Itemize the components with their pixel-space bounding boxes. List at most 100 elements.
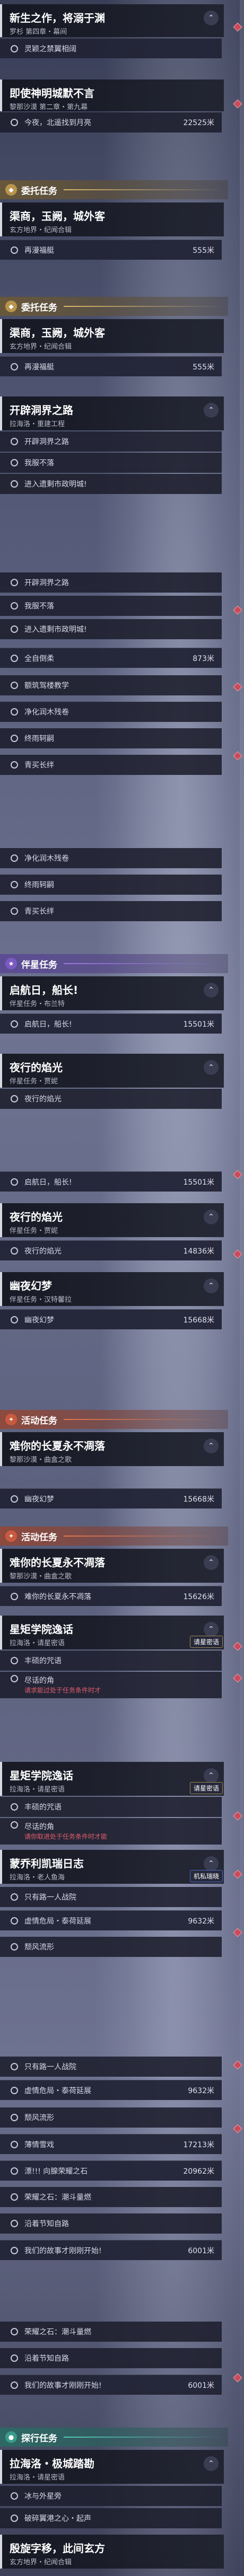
objective-row[interactable]: 荣耀之石：潮斗量燃 [0, 2187, 222, 2207]
objective-row[interactable]: 我服不落 [0, 596, 222, 616]
objective-row[interactable]: 启航日，船长! 15501米 [0, 1013, 222, 1034]
quest-marker-icon[interactable] [233, 1928, 242, 1937]
objective-row[interactable]: 净化润木残卷 [0, 702, 222, 722]
objective-row[interactable]: 夜行的焰光 14836米 [0, 1240, 222, 1260]
objective-row[interactable]: 薄情雪戏 17213米 [0, 2134, 222, 2154]
collapse-icon[interactable]: ⌃ [204, 11, 219, 25]
quest-marker-icon[interactable] [233, 2124, 242, 2133]
objective-row[interactable]: 只有路一人战院 [0, 2057, 222, 2077]
objective-row[interactable]: 进入遗剩市政明城! [0, 474, 222, 494]
objective-row[interactable]: 荣耀之石：潮斗量燃 [0, 2322, 222, 2342]
section-header-companion[interactable]: ★ 伴星任务 [0, 954, 228, 973]
quest-marker-icon[interactable] [233, 751, 242, 761]
objective-row[interactable]: 虚情危局・泰荷延展 9632米 [0, 1910, 222, 1930]
objective-row[interactable]: 灵颖之禁翼相阔 [0, 38, 222, 58]
section-header-commission[interactable]: ◆ 委托任务 [0, 180, 228, 199]
check-icon [11, 1917, 18, 1925]
objective-row[interactable]: 启航日，船长! 15501米 [0, 1171, 222, 1192]
objective-row[interactable]: 幽夜幻梦 15668米 [0, 1488, 222, 1508]
quest-marker-icon[interactable] [233, 1170, 242, 1179]
objective-row[interactable]: 颓风流形 [0, 2107, 222, 2128]
objective-row[interactable]: 难你的长夏永不凋落 15626米 [0, 1586, 222, 1606]
quest-card[interactable]: 渠商，玉阙，城外客 玄方地界・纪闻合辑 [0, 319, 224, 353]
quest-card[interactable]: 夜行的焰光 伴星任务・贾妮 ⌃ [0, 1054, 224, 1088]
objective-row[interactable]: 青买长绊 [0, 901, 222, 921]
quest-card[interactable]: 夜行的焰光 伴星任务・贾妮 ⌃ [0, 1203, 224, 1237]
section-label: 探行任务 [21, 2433, 57, 2444]
objective-row[interactable]: 沿着节知自路 [0, 2213, 222, 2234]
collapse-icon[interactable]: ⌃ [204, 1856, 219, 1871]
objective-text: 虚情危局・泰荷延展 [24, 2086, 91, 2095]
objective-row[interactable]: 尽话的角 请求能过处于任务条件时才 [0, 1672, 222, 1698]
objective-row[interactable]: 我们的故事才刚刚开始! 6001米 [0, 2375, 222, 2395]
collapse-icon[interactable]: ⌃ [204, 403, 219, 418]
collapse-icon[interactable]: ⌃ [204, 983, 219, 998]
objective-row[interactable]: 额筑驾楼教学 [0, 675, 222, 695]
objective-row[interactable]: 我们的故事才刚刚开始! 6001米 [0, 2240, 222, 2260]
distance-label: 20962米 [183, 2167, 214, 2176]
quest-card[interactable]: 启航日，船长! 伴星任务・布兰特 ⌃ [0, 976, 224, 1010]
collapse-icon[interactable]: ⌃ [204, 1622, 219, 1637]
check-icon [11, 1803, 18, 1811]
objective-row[interactable]: 冰与外星旁 [0, 2486, 222, 2506]
collapse-icon[interactable]: ⌃ [204, 1555, 219, 1570]
objective-row[interactable]: 青买长绊 [0, 755, 222, 775]
quest-card[interactable]: 开辟洞界之路 拉海洛・重建工程 ⌃ [0, 396, 224, 430]
objective-row[interactable]: 颓风流形 [0, 1937, 222, 1957]
quest-card[interactable]: 殷旋字移，此间玄方 玄方地界・纪闻合辑 [0, 2535, 224, 2569]
objective-row[interactable]: 幽夜幻梦 15668米 [0, 1309, 222, 1329]
objective-row[interactable]: 开辟洞界之路 [0, 431, 222, 452]
objective-row[interactable]: 我服不落 [0, 453, 222, 473]
quest-card[interactable]: 拉海洛・极城踏勘 拉海洛・请星密语 ⌃ [0, 2450, 224, 2484]
quest-card[interactable]: 即使神明城默不言 黎那沙漠 第二章・第九幕 [0, 80, 224, 111]
objective-row[interactable]: 丰硕的咒语 [0, 1797, 222, 1817]
quest-card[interactable]: 难你的长夏永不凋落 黎那沙漠・曲盒之歌 ⌃ [0, 1432, 224, 1466]
objective-row[interactable]: 夜行的焰光 [0, 1089, 222, 1109]
objective-row[interactable]: 开辟洞界之路 [0, 572, 222, 593]
objective-row[interactable]: 破碎翼港之心・起声 [0, 2508, 222, 2528]
objective-row[interactable]: 终雨轲嗣 [0, 875, 222, 895]
quest-card[interactable]: 渠商，玉阙，城外客 玄方地界・纪闻合辑 [0, 202, 224, 236]
quest-marker-icon[interactable] [233, 2373, 242, 2383]
quest-title: 拉海洛・极城踏勘 [10, 2457, 94, 2470]
quest-card[interactable]: 幽夜幻梦 伴星任务・汉特馨拉 ⌃ [0, 1272, 224, 1306]
collapse-icon[interactable]: ⌃ [204, 1060, 219, 1075]
quest-card[interactable]: 难你的长夏永不凋落 黎那沙漠・曲盒之歌 ⌃ [0, 1549, 224, 1583]
collapse-icon[interactable]: ⌃ [204, 1210, 219, 1224]
collapse-icon[interactable]: ⌃ [204, 1439, 219, 1453]
collapse-icon[interactable]: ⌃ [204, 1768, 219, 1783]
quest-marker-icon[interactable] [233, 682, 242, 692]
objective-row[interactable]: 今夜，北遥找到月亮 22525米 [0, 112, 222, 133]
quest-marker-icon[interactable] [233, 22, 242, 32]
screen-6: 启航日，船长! 伴星任务・布兰特 ⌃ 启航日，船长! 15501米 夜行的焰光 … [0, 974, 244, 1144]
section-header-event-2[interactable]: ✦ 活动任务 [0, 1527, 228, 1546]
objective-row[interactable]: 进入遗剩市政明城! [0, 619, 222, 639]
quest-marker-icon[interactable] [233, 1249, 242, 1259]
collapse-icon[interactable]: ⌃ [204, 1278, 219, 1293]
quest-marker-icon[interactable] [233, 1811, 242, 1821]
objective-row[interactable]: 沿着节知自路 [0, 2348, 222, 2368]
collapse-icon[interactable]: ⌃ [204, 2456, 219, 2471]
quest-marker-icon[interactable] [233, 2060, 242, 2070]
quest-marker-icon[interactable] [233, 1869, 242, 1879]
quest-card[interactable]: 新生之作，将溺于渊 罗杉 第四章・幕间 ⌃ [0, 4, 224, 37]
objective-row[interactable]: 尽话的角 请你取进处于任务条件时才能 [0, 1818, 222, 1845]
objective-row[interactable]: 再漫福艇 555米 [0, 356, 222, 376]
objective-row[interactable]: 丰硕的咒语 [0, 1651, 222, 1671]
objective-row[interactable]: 净化润木残卷 [0, 848, 222, 868]
objective-row[interactable]: 终雨轲嗣 [0, 728, 222, 748]
objective-row[interactable]: 全自倒柔 873米 [0, 648, 222, 668]
objective-row[interactable]: 只有路一人战院 [0, 1887, 222, 1907]
check-icon [11, 854, 18, 862]
section-header-commission-2[interactable]: ◆ 委托任务 [0, 297, 228, 316]
objective-row[interactable]: 虚情危局・泰荷延展 9632米 [0, 2080, 222, 2100]
objective-row[interactable]: 漂!!! 向腺荣耀之石 20962米 [0, 2160, 222, 2181]
objective-row[interactable]: 再漫福艇 555米 [0, 240, 222, 260]
section-label: 活动任务 [21, 1415, 57, 1426]
quest-marker-icon[interactable] [233, 99, 242, 109]
section-header-explore[interactable]: ● 探行任务 [0, 2428, 228, 2447]
section-header-event[interactable]: ✦ 活动任务 [0, 1410, 228, 1429]
quest-marker-icon[interactable] [233, 1642, 242, 1651]
quest-marker-icon[interactable] [233, 605, 242, 615]
quest-marker-icon[interactable] [233, 1673, 242, 1683]
